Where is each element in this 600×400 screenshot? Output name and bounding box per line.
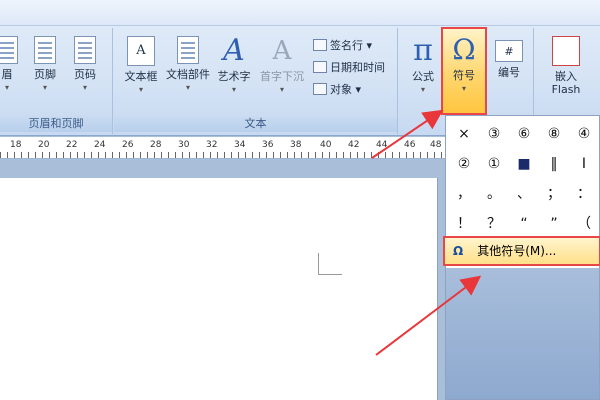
arrow-to-symbol-button	[371, 109, 444, 159]
arrow-to-more-symbols	[375, 275, 482, 356]
annotation-arrows	[371, 109, 482, 356]
